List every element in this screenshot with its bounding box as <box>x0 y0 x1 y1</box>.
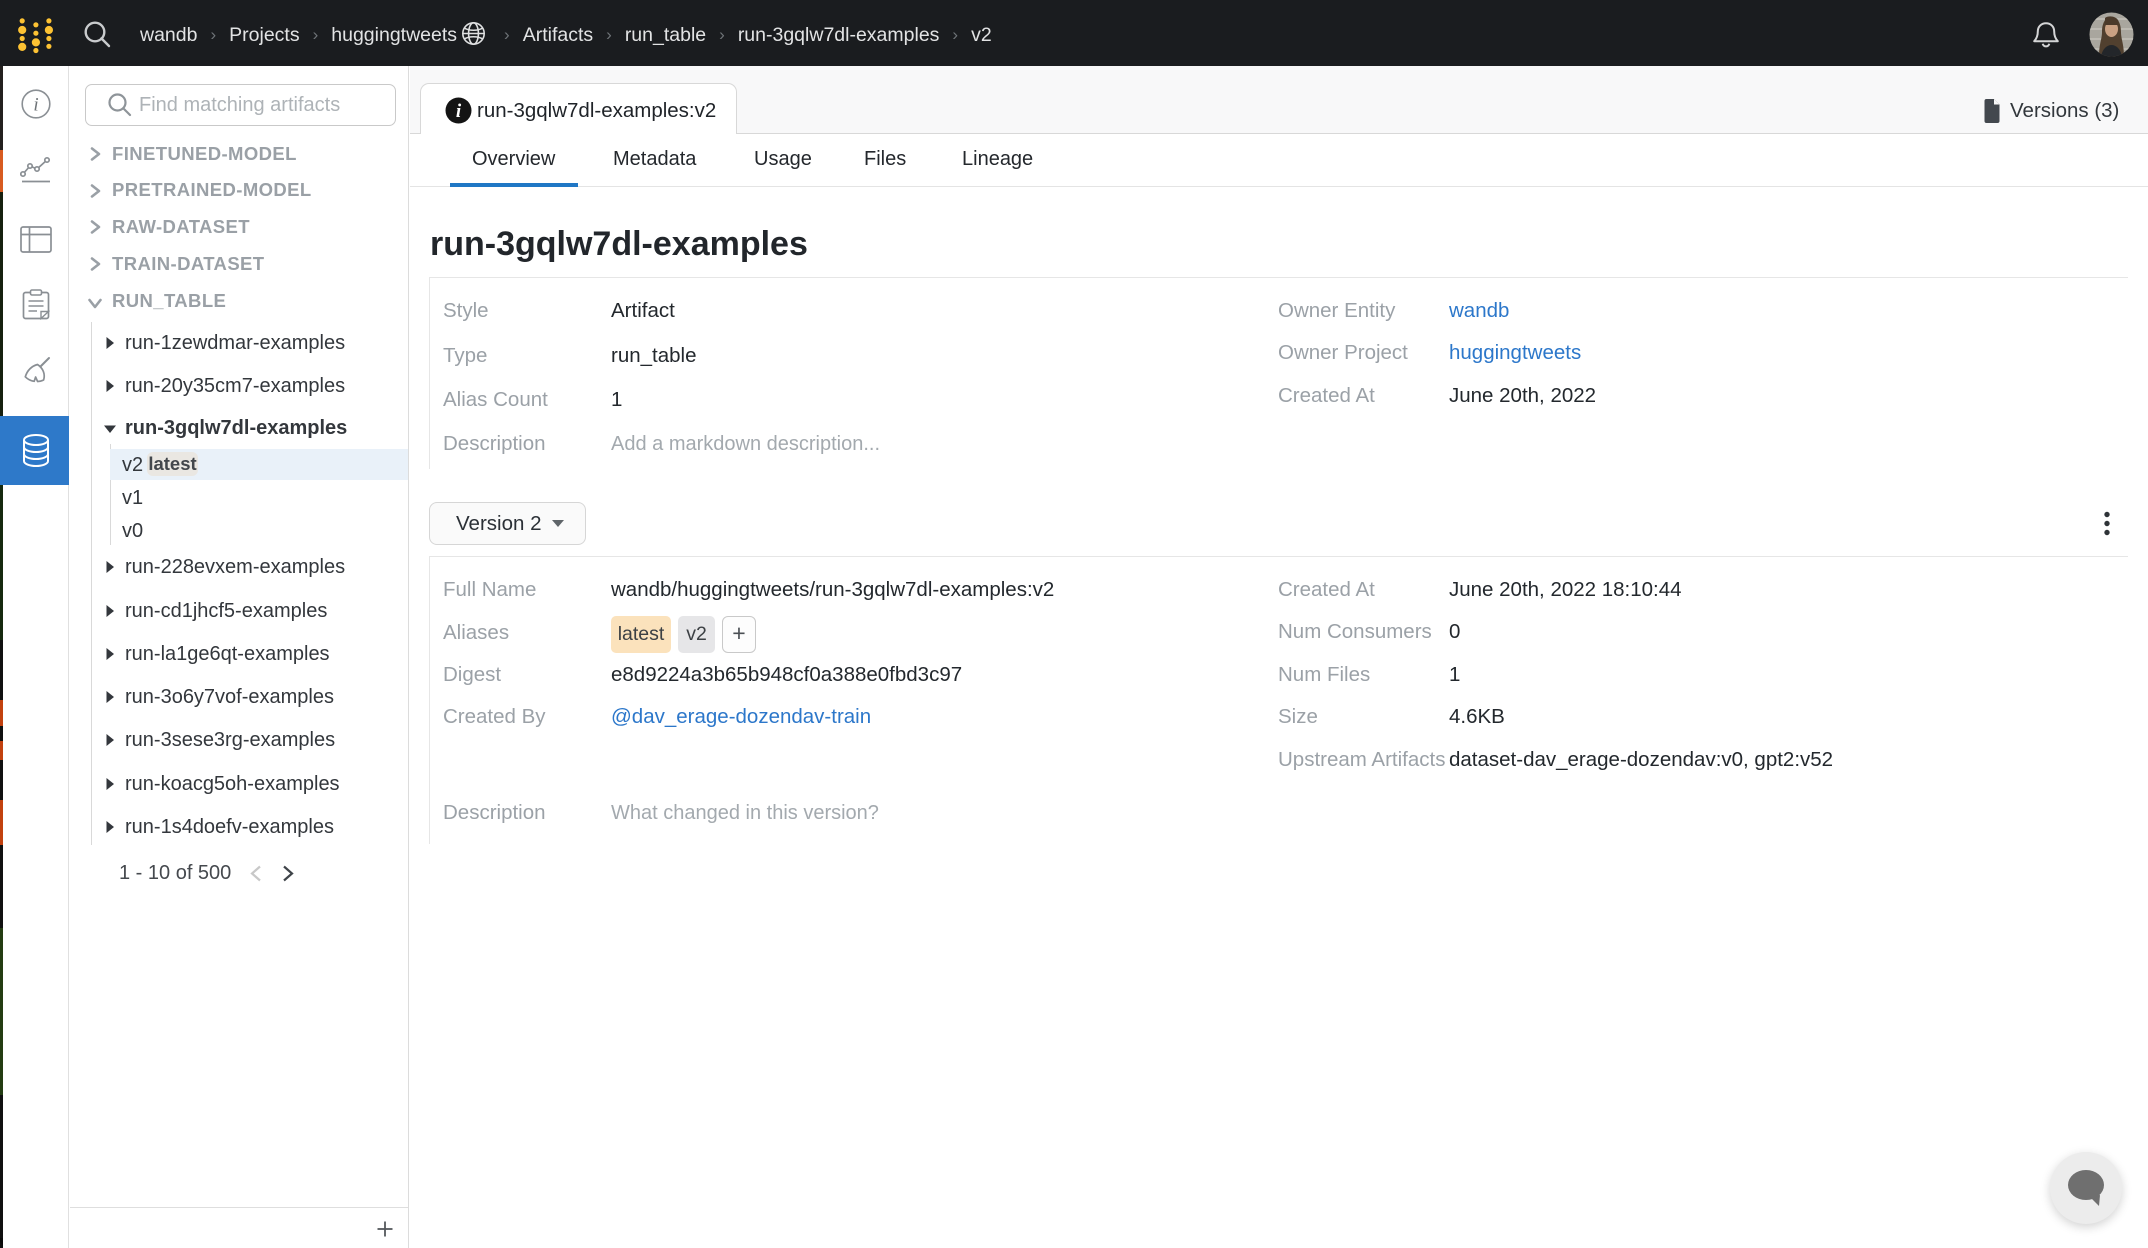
svg-text:i: i <box>33 95 38 116</box>
svg-text:i: i <box>456 101 462 122</box>
